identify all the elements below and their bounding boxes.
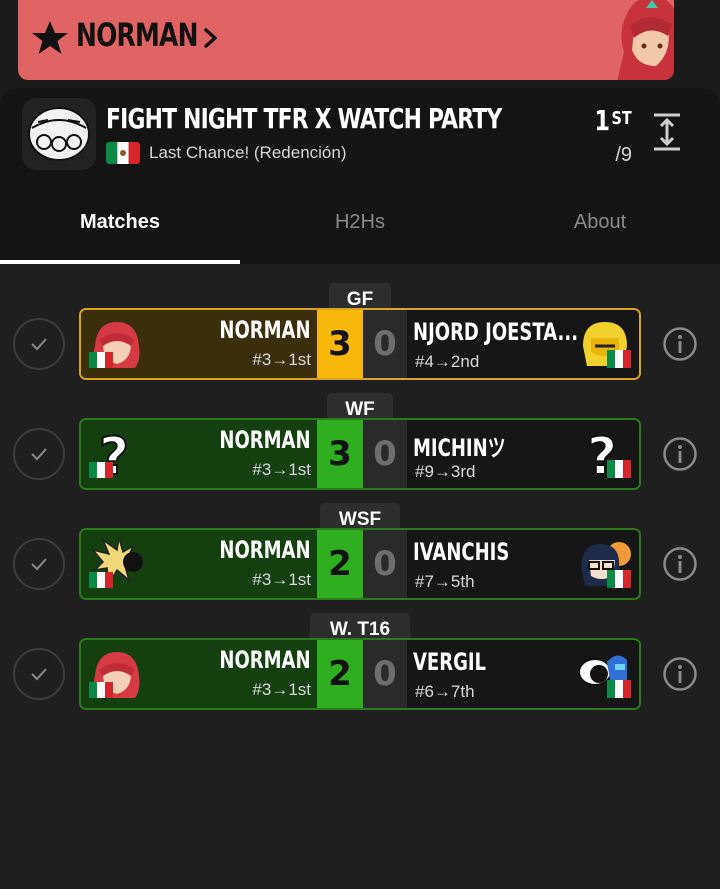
- info-icon[interactable]: [662, 656, 698, 692]
- mexico-flag-icon: [607, 680, 631, 698]
- loser-panel: IVANCHIS #7→5th: [407, 530, 639, 598]
- loser-seed: #6→7th: [415, 682, 475, 701]
- tournament-title[interactable]: FIGHT NIGHT TFR X WATCH PARTY: [106, 102, 502, 135]
- info-icon[interactable]: [662, 546, 698, 582]
- loser-panel: MICHINツ #9→3rd ?: [407, 420, 639, 488]
- winner-name: NORMAN: [219, 536, 311, 564]
- expand-vertical-icon[interactable]: [652, 112, 682, 152]
- tab-h2hs[interactable]: H2Hs: [240, 204, 480, 264]
- loser-panel: VERGIL #6→7th: [407, 640, 639, 708]
- check-icon: [31, 448, 47, 461]
- loser-seed: #4→2nd: [415, 352, 480, 371]
- placement: 1ST: [594, 104, 632, 137]
- tournament-header: FIGHT NIGHT TFR X WATCH PARTY Last Chanc…: [0, 88, 720, 264]
- chevron-right-icon: [204, 28, 217, 48]
- winner-seed: #3→1st: [252, 460, 311, 479]
- check-icon: [31, 668, 47, 681]
- check-icon: [31, 558, 47, 571]
- winner-panel: NORMAN #3→1st: [81, 640, 317, 708]
- info-icon[interactable]: [662, 326, 698, 362]
- matches-list: GF NORMAN #3→1st 3 0 NJORD JOESTA... #4→…: [0, 264, 720, 889]
- loser-name: IVANCHIS: [413, 538, 510, 566]
- loser-score: 0: [363, 640, 407, 708]
- winner-score: 3: [317, 420, 363, 488]
- loser-name: NJORD JOESTA...: [413, 318, 579, 346]
- player-name: NORMAN: [76, 16, 198, 54]
- check-toggle[interactable]: [13, 648, 65, 700]
- tab-bar: Matches H2Hs About: [0, 204, 720, 264]
- winner-score: 3: [317, 310, 363, 378]
- tab-matches[interactable]: Matches: [0, 204, 240, 264]
- winner-panel: NORMAN #3→1st: [81, 530, 317, 598]
- check-toggle[interactable]: [13, 318, 65, 370]
- loser-panel: NJORD JOESTA... #4→2nd: [407, 310, 639, 378]
- player-banner[interactable]: NORMAN: [18, 0, 674, 80]
- loser-score: 0: [363, 530, 407, 598]
- info-icon[interactable]: [662, 436, 698, 472]
- character-portrait: [617, 0, 674, 80]
- mexico-flag-icon: [89, 682, 113, 698]
- winner-panel: ? NORMAN #3→1st: [81, 420, 317, 488]
- match-card[interactable]: NORMAN #3→1st 2 0 VERGIL #6→7th: [79, 638, 641, 710]
- winner-seed: #3→1st: [252, 570, 311, 589]
- match-card[interactable]: NORMAN #3→1st 2 0 IVANCHIS #7→5th: [79, 528, 641, 600]
- loser-seed: #9→3rd: [415, 462, 476, 481]
- loser-seed: #7→5th: [415, 572, 475, 591]
- loser-name: MICHINツ: [413, 434, 506, 462]
- winner-score: 2: [317, 530, 363, 598]
- check-toggle[interactable]: [13, 428, 65, 480]
- match-card[interactable]: NORMAN #3→1st 3 0 NJORD JOESTA... #4→2nd: [79, 308, 641, 380]
- winner-panel: NORMAN #3→1st: [81, 310, 317, 378]
- winner-seed: #3→1st: [252, 680, 311, 699]
- winner-seed: #3→1st: [252, 350, 311, 369]
- winner-name: NORMAN: [219, 646, 311, 674]
- mexico-flag-icon: [89, 572, 113, 588]
- loser-score: 0: [363, 420, 407, 488]
- loser-name: VERGIL: [413, 648, 487, 676]
- star-icon: [32, 21, 68, 54]
- tournament-logo: [22, 98, 96, 170]
- mexico-flag-icon: [89, 352, 113, 368]
- event-name: Last Chance! (Redención): [149, 143, 347, 162]
- mexico-flag-icon: [607, 460, 631, 478]
- mexico-flag-icon: [607, 350, 631, 368]
- tab-about[interactable]: About: [480, 204, 720, 264]
- loser-score: 0: [363, 310, 407, 378]
- entrant-count: /9: [615, 144, 632, 166]
- mexico-flag-icon: [607, 570, 631, 588]
- winner-name: NORMAN: [219, 316, 311, 344]
- winner-score: 2: [317, 640, 363, 708]
- check-icon: [31, 338, 47, 351]
- winner-name: NORMAN: [219, 426, 311, 454]
- mexico-flag-icon: [89, 462, 113, 478]
- match-card[interactable]: ? NORMAN #3→1st 3 0 MICHINツ #9→3rd ?: [79, 418, 641, 490]
- mexico-flag-icon: [106, 142, 140, 164]
- check-toggle[interactable]: [13, 538, 65, 590]
